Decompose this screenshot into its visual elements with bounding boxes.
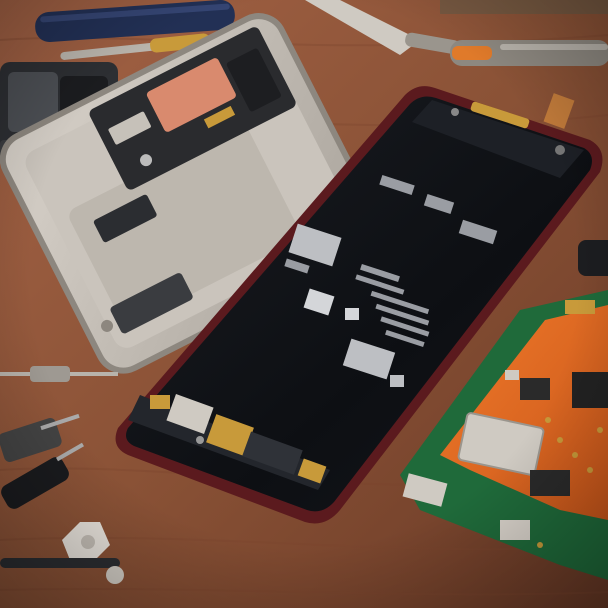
photo-scene xyxy=(0,0,608,608)
